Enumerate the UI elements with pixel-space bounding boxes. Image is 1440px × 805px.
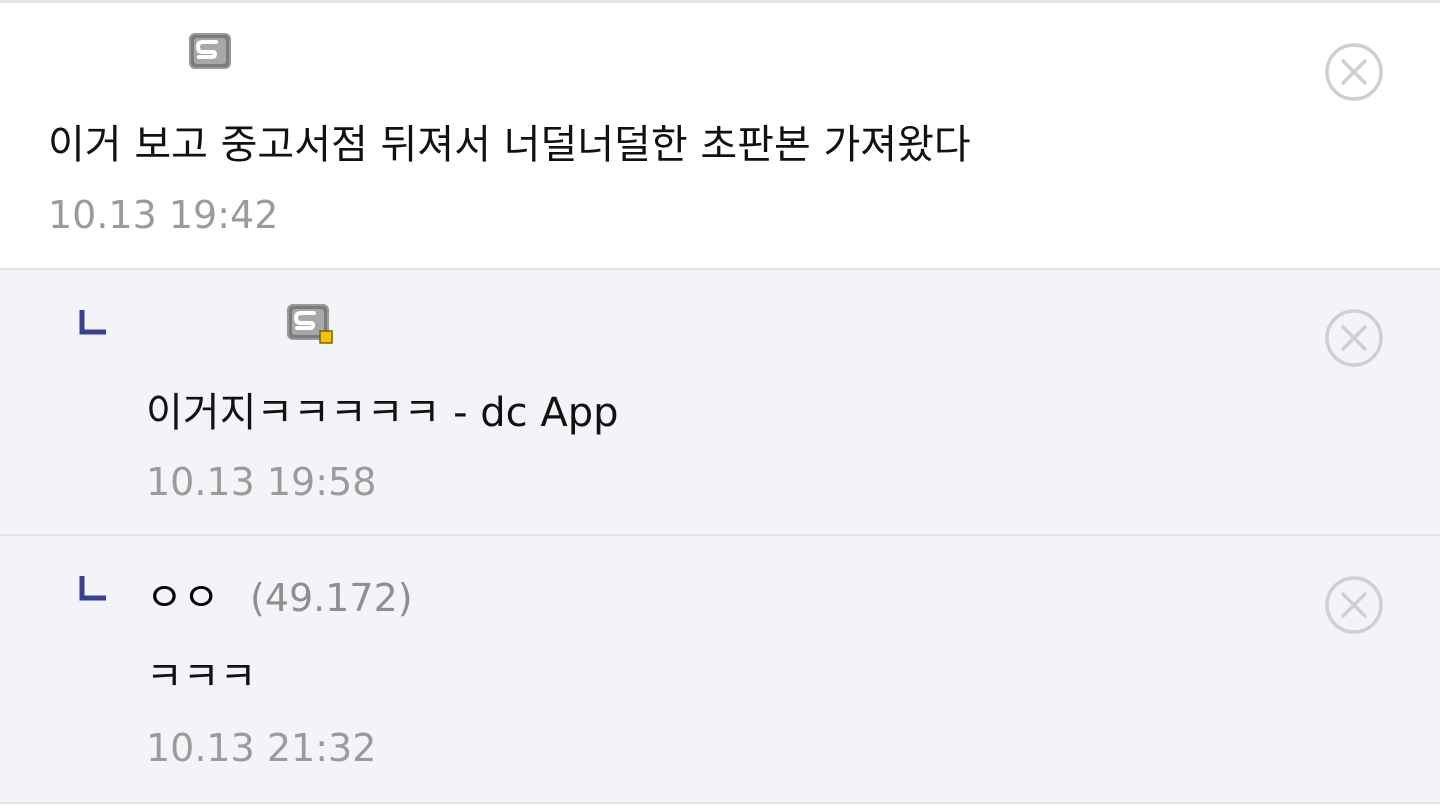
- reply-arrow-icon: [79, 576, 106, 601]
- comment-list: 이거 보고 중고서점 뒤져서 너덜너덜한 초판본 가져왔다 10.13 19:4…: [0, 0, 1440, 805]
- reply-item: ㅇㅇ (49.172) ㅋㅋㅋ 10.13 21:32: [0, 536, 1440, 804]
- delete-comment-button[interactable]: [1323, 41, 1385, 103]
- comment-nickname[interactable]: ㅇㅇ: [146, 574, 220, 622]
- comment-item: 이거 보고 중고서점 뒤져서 너덜너덜한 초판본 가져왔다 10.13 19:4…: [0, 3, 1440, 270]
- gallery-nick-icon: [189, 33, 231, 69]
- gallery-nick-icon-manager: [287, 304, 333, 344]
- comment-ip: (49.172): [250, 576, 413, 620]
- close-circle-icon: [1325, 309, 1383, 367]
- comment-date: 10.13 21:32: [146, 726, 377, 770]
- reply-arrow-icon: [79, 310, 106, 335]
- delete-comment-button[interactable]: [1323, 307, 1385, 369]
- close-circle-icon: [1325, 576, 1383, 634]
- comment-text: 이거 보고 중고서점 뒤져서 너덜너덜한 초판본 가져왔다: [48, 122, 971, 168]
- delete-comment-button[interactable]: [1323, 574, 1385, 636]
- reply-item: 이거지ㅋㅋㅋㅋㅋ - dc App 10.13 19:58: [0, 270, 1440, 536]
- comment-text: 이거지ㅋㅋㅋㅋㅋ - dc App: [146, 390, 619, 436]
- comment-date: 10.13 19:42: [48, 193, 279, 237]
- comment-date: 10.13 19:58: [146, 460, 377, 504]
- close-circle-icon: [1325, 43, 1383, 101]
- comment-text: ㅋㅋㅋ: [146, 654, 257, 700]
